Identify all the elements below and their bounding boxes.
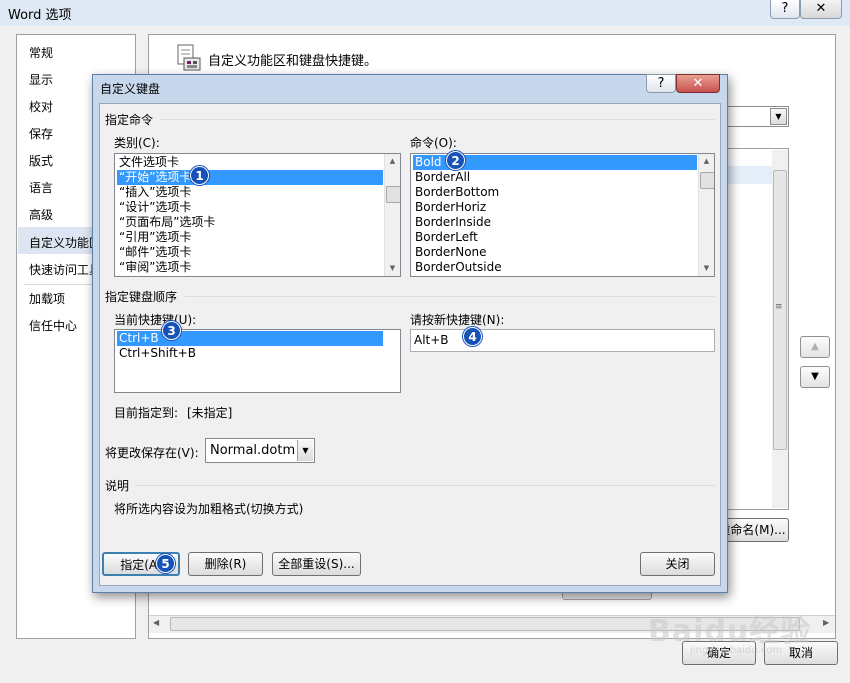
- category-item[interactable]: “审阅”选项卡: [117, 260, 191, 275]
- nav-item-general[interactable]: 常规: [29, 44, 53, 61]
- currently-assigned-value: [未指定]: [187, 406, 233, 420]
- new-shortcut-input[interactable]: Alt+B: [410, 329, 715, 352]
- description-group-label: 说明: [105, 479, 130, 493]
- category-item[interactable]: “插入”选项卡: [117, 185, 191, 200]
- current-keys-label: 当前快捷键(U):: [114, 313, 197, 327]
- category-item[interactable]: “设计”选项卡: [117, 200, 191, 215]
- commands-listbox[interactable]: Bold BorderAll BorderBottom BorderHoriz …: [410, 153, 715, 277]
- command-item[interactable]: BorderNone: [413, 245, 487, 260]
- chevron-down-icon[interactable]: ▼: [770, 108, 787, 125]
- step-badge-1: 1: [190, 166, 209, 185]
- category-item-selected[interactable]: “开始”选项卡: [117, 170, 383, 185]
- category-item[interactable]: “页面布局”选项卡: [117, 215, 215, 230]
- specify-command-group-label: 指定命令: [105, 113, 154, 127]
- nav-item-language[interactable]: 语言: [29, 179, 53, 196]
- reset-all-button[interactable]: 全部重设(S)...: [272, 552, 361, 576]
- current-keys-listbox[interactable]: Ctrl+B Ctrl+Shift+B: [114, 329, 401, 393]
- dialog-close-button[interactable]: ✕: [676, 74, 720, 93]
- nav-item-display[interactable]: 显示: [29, 71, 53, 88]
- dialog-help-button[interactable]: ?: [646, 74, 676, 93]
- outer-help-button[interactable]: ?: [770, 0, 800, 19]
- commands-scroll-thumb[interactable]: [700, 172, 714, 189]
- step-badge-3: 3: [162, 321, 181, 340]
- categories-scroll-thumb[interactable]: [386, 186, 400, 203]
- command-item[interactable]: BorderInside: [413, 215, 491, 230]
- scroll-left-icon[interactable]: ◀: [153, 618, 159, 627]
- categories-listbox[interactable]: 文件选项卡 “开始”选项卡 “插入”选项卡 “设计”选项卡 “页面布局”选项卡 …: [114, 153, 401, 277]
- outer-close-button[interactable]: ✕: [800, 0, 842, 19]
- nav-item-advanced[interactable]: 高级: [29, 206, 53, 223]
- customize-ribbon-icon: [176, 44, 202, 72]
- keyboard-sequence-group-label: 指定键盘顺序: [105, 290, 178, 304]
- step-badge-2: 2: [446, 151, 465, 170]
- command-item[interactable]: BorderBottom: [413, 185, 499, 200]
- scroll-down-icon[interactable]: ▼: [385, 261, 400, 276]
- group-divider: [160, 119, 715, 120]
- categories-label: 类别(C):: [114, 136, 160, 150]
- commands-scrollbar[interactable]: ▲ ▼: [698, 154, 714, 276]
- scroll-down-icon[interactable]: ▼: [699, 261, 714, 276]
- category-item[interactable]: 文件选项卡: [117, 155, 179, 170]
- nav-item-proofing[interactable]: 校对: [29, 98, 53, 115]
- group-divider: [135, 485, 715, 486]
- category-item[interactable]: “引用”选项卡: [117, 230, 191, 245]
- nav-item-customize-ribbon[interactable]: 自定义功能区: [29, 234, 101, 251]
- step-badge-4: 4: [463, 327, 482, 346]
- nav-item-layout[interactable]: 版式: [29, 152, 53, 169]
- outer-window-title: Word 选项: [8, 8, 72, 23]
- close-dialog-button[interactable]: 关闭: [640, 552, 715, 576]
- scroll-up-icon[interactable]: ▲: [385, 154, 400, 169]
- description-text: 将所选内容设为加粗格式(切换方式): [114, 502, 304, 516]
- content-heading: 自定义功能区和键盘快捷键。: [208, 54, 378, 69]
- grip-icon: ≡: [775, 302, 783, 312]
- commands-label: 命令(O):: [410, 136, 457, 150]
- move-up-button[interactable]: ▲: [800, 336, 830, 358]
- scroll-up-icon[interactable]: ▲: [699, 154, 714, 169]
- category-item[interactable]: “邮件”选项卡: [117, 245, 191, 260]
- current-key-item-selected[interactable]: Ctrl+B: [117, 331, 383, 346]
- watermark-url: jingyan.baidu.com: [690, 645, 783, 656]
- categories-scrollbar[interactable]: ▲ ▼: [384, 154, 400, 276]
- move-down-button[interactable]: ▼: [800, 366, 830, 388]
- current-key-item[interactable]: Ctrl+Shift+B: [117, 346, 196, 361]
- nav-item-addins[interactable]: 加载项: [29, 290, 65, 307]
- dialog-title: 自定义键盘: [100, 82, 161, 96]
- scroll-right-icon[interactable]: ▶: [823, 618, 829, 627]
- nav-item-trust-center[interactable]: 信任中心: [29, 317, 77, 334]
- command-item[interactable]: BorderAll: [413, 170, 470, 185]
- command-item[interactable]: BorderOutside: [413, 260, 502, 275]
- command-item[interactable]: BorderLeft: [413, 230, 478, 245]
- chevron-down-icon[interactable]: ▼: [297, 440, 313, 461]
- outer-title-bar: [0, 0, 850, 26]
- group-divider: [185, 296, 715, 297]
- new-key-label: 请按新快捷键(N):: [410, 313, 505, 327]
- nav-item-save[interactable]: 保存: [29, 125, 53, 142]
- step-badge-5: 5: [156, 554, 175, 573]
- remove-button[interactable]: 删除(R): [188, 552, 263, 576]
- watermark-logo: Baidu经验: [648, 614, 812, 649]
- command-item[interactable]: BorderHoriz: [413, 200, 486, 215]
- currently-assigned-label: 目前指定到:: [114, 406, 179, 420]
- save-in-label: 将更改保存在(V):: [105, 446, 199, 460]
